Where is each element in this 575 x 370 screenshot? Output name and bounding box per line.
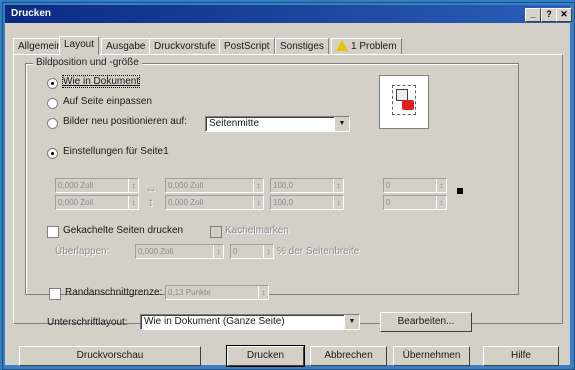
overlap-percent-field[interactable]: 0 ↕ bbox=[230, 244, 274, 259]
width-field[interactable]: 0,000 Zoll ↕ bbox=[165, 178, 264, 193]
signature-select[interactable]: Wie in Dokument (Ganze Seite) ▼ bbox=[140, 314, 360, 330]
cancel-button[interactable]: Abbrechen bbox=[310, 346, 387, 366]
proportional-lock-icon[interactable] bbox=[457, 188, 463, 194]
pos-x-field[interactable]: 0,000 Zoll ↕ bbox=[55, 178, 139, 193]
offset-x-field[interactable]: 0 ↕ bbox=[383, 178, 447, 193]
spin-icon: ↕ bbox=[213, 245, 223, 258]
overlap-field[interactable]: 0,000 Zoll ↕ bbox=[135, 244, 224, 259]
tab-label: Sonstiges bbox=[280, 41, 324, 52]
button-label: Hilfe bbox=[510, 350, 531, 361]
tile-pages-label: Gekachelte Seiten drucken bbox=[63, 225, 184, 236]
window-title: Drucken bbox=[11, 8, 52, 19]
scale-y-field[interactable]: 100,0 ↕ bbox=[270, 195, 344, 210]
tab-label: Ausgabe bbox=[106, 41, 146, 52]
field-value: 0,000 Zoll bbox=[58, 198, 94, 207]
field-value: 100,0 bbox=[273, 181, 294, 190]
field-value: 0,000 Zoll bbox=[58, 181, 94, 190]
tab-layout[interactable]: Layout bbox=[59, 36, 100, 55]
spin-icon: ↕ bbox=[333, 179, 343, 192]
field-value: 0,000 Zoll bbox=[168, 181, 204, 190]
tab-postscript[interactable]: PostScript bbox=[219, 38, 275, 54]
spin-icon: ↕ bbox=[436, 196, 446, 209]
position-select-value: Seitenmitte bbox=[209, 118, 260, 129]
button-label: Übernehmen bbox=[402, 350, 461, 361]
group-title: Bildposition und -größe bbox=[33, 57, 142, 68]
tab-label: Druckvorstufe bbox=[154, 41, 216, 52]
height-field[interactable]: 0,000 Zoll ↕ bbox=[165, 195, 264, 210]
bleed-checkbox[interactable] bbox=[49, 288, 61, 300]
title-bar: Drucken _ ? ✕ bbox=[5, 5, 572, 23]
scale-x-field[interactable]: 100,0 ↕ bbox=[270, 178, 344, 193]
offset-y-field[interactable]: 0 ↕ bbox=[383, 195, 447, 210]
radio-as-document[interactable] bbox=[47, 78, 58, 89]
button-label: Abbrechen bbox=[324, 350, 373, 361]
bleed-field[interactable]: 0,13 Punkte ↕ bbox=[165, 285, 269, 300]
help-title-button[interactable]: ? bbox=[541, 8, 557, 22]
option-as-document-label: Wie in Dokument bbox=[61, 75, 141, 88]
signature-label: Unterschriftlayout: bbox=[47, 317, 128, 328]
tab-problem[interactable]: 1 Problem bbox=[331, 38, 402, 54]
tab-sonstiges[interactable]: Sonstiges bbox=[275, 38, 329, 54]
option-fit-page-label: Auf Seite einpassen bbox=[63, 96, 152, 107]
help-button[interactable]: Hilfe bbox=[483, 346, 559, 366]
tab-druckvorstufe[interactable]: Druckvorstufe bbox=[149, 38, 221, 54]
tile-marks-checkbox[interactable] bbox=[210, 226, 222, 238]
signature-select-value: Wie in Dokument (Ganze Seite) bbox=[144, 316, 285, 327]
chevron-down-icon: ▼ bbox=[344, 315, 359, 329]
spin-icon: ↕ bbox=[253, 196, 263, 209]
button-label: Drucken bbox=[246, 350, 285, 361]
page-preview bbox=[379, 75, 429, 129]
overlap-percent-suffix: % der Seitenbreite bbox=[277, 246, 360, 257]
spin-icon: ↕ bbox=[258, 286, 268, 299]
tab-label: 1 Problem bbox=[351, 41, 397, 52]
overlap-label: Überlappen: bbox=[55, 246, 110, 257]
edit-signature-button[interactable]: Bearbeiten... bbox=[380, 312, 472, 332]
field-value: 0,000 Zoll bbox=[168, 198, 204, 207]
pos-y-field[interactable]: 0,000 Zoll ↕ bbox=[55, 195, 139, 210]
tab-ausgabe[interactable]: Ausgabe bbox=[101, 38, 151, 54]
width-arrow-icon: ↔ bbox=[145, 181, 157, 195]
button-label: Bearbeiten... bbox=[397, 316, 455, 327]
minimize-button[interactable]: _ bbox=[525, 8, 541, 22]
lock-icon bbox=[402, 100, 414, 110]
spin-icon: ↕ bbox=[128, 196, 138, 209]
field-value: 100,0 bbox=[273, 198, 294, 207]
warning-icon bbox=[336, 40, 348, 51]
option-page-settings-label: Einstellungen für Seite1 bbox=[63, 146, 169, 157]
position-select[interactable]: Seitenmitte ▼ bbox=[205, 116, 350, 132]
radio-page-settings[interactable] bbox=[47, 148, 58, 159]
button-label: Druckvorschau bbox=[76, 350, 144, 361]
tab-label: Layout bbox=[64, 39, 95, 50]
field-value: 0 bbox=[386, 198, 391, 207]
print-button[interactable]: Drucken bbox=[226, 345, 305, 367]
tab-label: Allgemein bbox=[18, 41, 62, 52]
spin-icon: ↕ bbox=[128, 179, 138, 192]
dialog-body: Allgemein Layout Ausgabe Druckvorstufe P… bbox=[5, 23, 570, 367]
option-reposition-label: Bilder neu positionieren auf: bbox=[63, 116, 187, 127]
radio-fit-page[interactable] bbox=[47, 98, 58, 109]
spin-icon: ↕ bbox=[253, 179, 263, 192]
print-preview-button[interactable]: Druckvorschau bbox=[19, 346, 201, 366]
height-arrow-icon: ↕ bbox=[148, 195, 154, 209]
spin-icon: ↕ bbox=[436, 179, 446, 192]
tile-marks-label: Kachelmarken bbox=[225, 225, 289, 236]
chevron-down-icon: ▼ bbox=[334, 117, 349, 131]
field-value: 0 bbox=[233, 247, 238, 256]
spin-icon: ↕ bbox=[263, 245, 273, 258]
field-value: 0 bbox=[386, 181, 391, 190]
tile-pages-checkbox[interactable] bbox=[47, 226, 59, 238]
radio-reposition[interactable] bbox=[47, 118, 58, 129]
field-value: 0,000 Zoll bbox=[138, 247, 174, 256]
field-value: 0,13 Punkte bbox=[168, 288, 211, 297]
tab-label: PostScript bbox=[224, 41, 270, 52]
close-button[interactable]: ✕ bbox=[556, 8, 572, 22]
bleed-label: Randanschnittgrenze: bbox=[65, 287, 163, 298]
spin-icon: ↕ bbox=[333, 196, 343, 209]
apply-button[interactable]: Übernehmen bbox=[393, 346, 470, 366]
